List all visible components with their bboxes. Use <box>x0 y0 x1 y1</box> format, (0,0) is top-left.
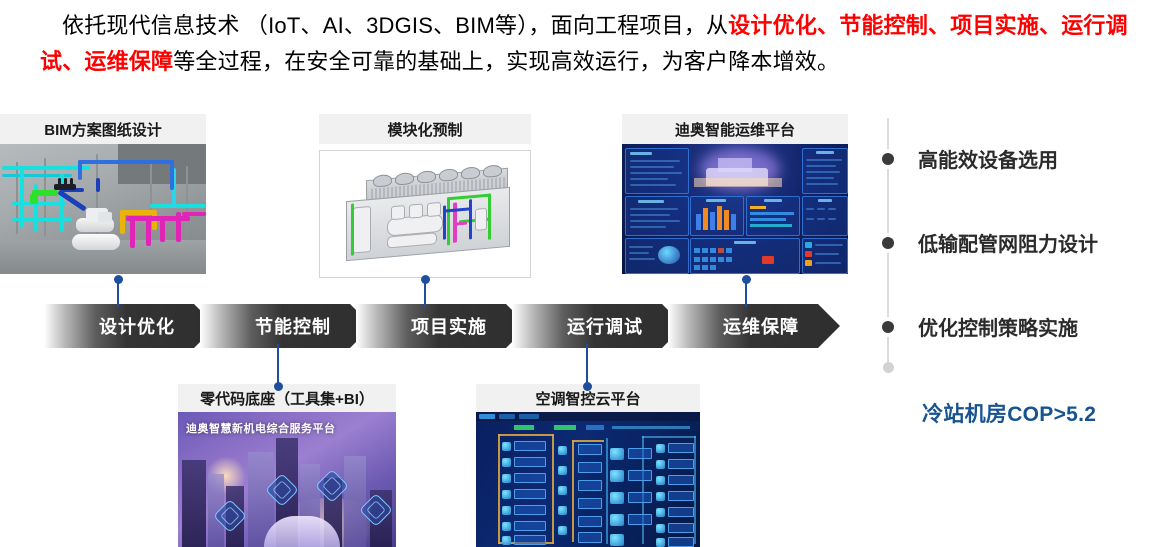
headline-paragraph: 依托现代信息技术 （IoT、AI、3DGIS、BIM等），面向工程项目，从设计优… <box>40 8 1130 80</box>
connector-step4-down <box>586 344 588 386</box>
timeline-end-dot-icon <box>883 362 894 373</box>
process-step-3-label: 项目实施 <box>411 317 487 337</box>
timeline-item-1[interactable]: 高能效设备选用 <box>878 144 1058 173</box>
card-platform-title: 迪奥智能运维平台 <box>622 114 848 144</box>
connector-dot-step4 <box>583 382 592 391</box>
card-hvac-cloud[interactable]: 空调智控云平台 <box>476 384 700 547</box>
zero-code-banner-text: 迪奥智慧新机电综合服务平台 <box>186 423 336 435</box>
process-step-5[interactable]: 运维保障 <box>668 304 840 348</box>
card-modular[interactable]: 模块化预制 <box>319 114 531 278</box>
card-platform-image <box>622 144 848 274</box>
timeline-item-3[interactable]: 优化控制策略实施 <box>878 312 1078 341</box>
process-step-3[interactable]: 项目实施 <box>356 304 528 348</box>
connector-dot-step1 <box>114 275 123 284</box>
bullet-dot-icon <box>878 232 898 253</box>
connector-step2-down <box>277 344 279 386</box>
card-bim-title: BIM方案图纸设计 <box>0 114 206 144</box>
card-zero-code-image: 迪奥智慧新机电综合服务平台 <box>178 412 396 547</box>
card-modular-title: 模块化预制 <box>319 114 531 144</box>
bullet-dot-icon <box>878 316 898 337</box>
process-step-2[interactable]: 节能控制 <box>200 304 372 348</box>
card-platform[interactable]: 迪奥智能运维平台 <box>622 114 848 274</box>
card-hvac-cloud-image <box>476 412 700 547</box>
connector-dot-step2 <box>274 382 283 391</box>
card-zero-code[interactable]: 零代码底座（工具集+BI） 迪奥智慧新机电综合服务平台 <box>178 384 396 547</box>
card-bim-image <box>0 144 206 274</box>
process-step-4-label: 运行调试 <box>567 317 643 337</box>
headline-part-1: 依托现代信息技术 （IoT、AI、3DGIS、BIM等），面向工程项目，从 <box>62 13 729 38</box>
process-step-1-label: 设计优化 <box>99 317 175 337</box>
connector-dot-step5 <box>742 275 751 284</box>
connector-dot-step3 <box>421 275 430 284</box>
slide-canvas: 依托现代信息技术 （IoT、AI、3DGIS、BIM等），面向工程项目，从设计优… <box>0 0 1149 547</box>
card-zero-code-title: 零代码底座（工具集+BI） <box>178 384 396 412</box>
timeline-item-3-label: 优化控制策略实施 <box>918 318 1078 340</box>
process-step-4[interactable]: 运行调试 <box>512 304 684 348</box>
process-step-1[interactable]: 设计优化 <box>44 304 216 348</box>
card-modular-image <box>319 150 531 278</box>
headline-part-2: 等全过程，在安全可靠的基础上，实现高效运行，为客户降本增效。 <box>173 49 840 74</box>
timeline-item-1-label: 高能效设备选用 <box>918 150 1058 172</box>
card-bim[interactable]: BIM方案图纸设计 <box>0 114 206 274</box>
kpi-cop-text: 冷站机房COP>5.2 <box>922 403 1097 426</box>
process-step-2-label: 节能控制 <box>255 317 331 337</box>
timeline-item-2-label: 低输配管网阻力设计 <box>918 234 1098 256</box>
process-step-5-label: 运维保障 <box>723 317 799 337</box>
timeline-item-2[interactable]: 低输配管网阻力设计 <box>878 228 1098 257</box>
bullet-dot-icon <box>878 148 898 169</box>
